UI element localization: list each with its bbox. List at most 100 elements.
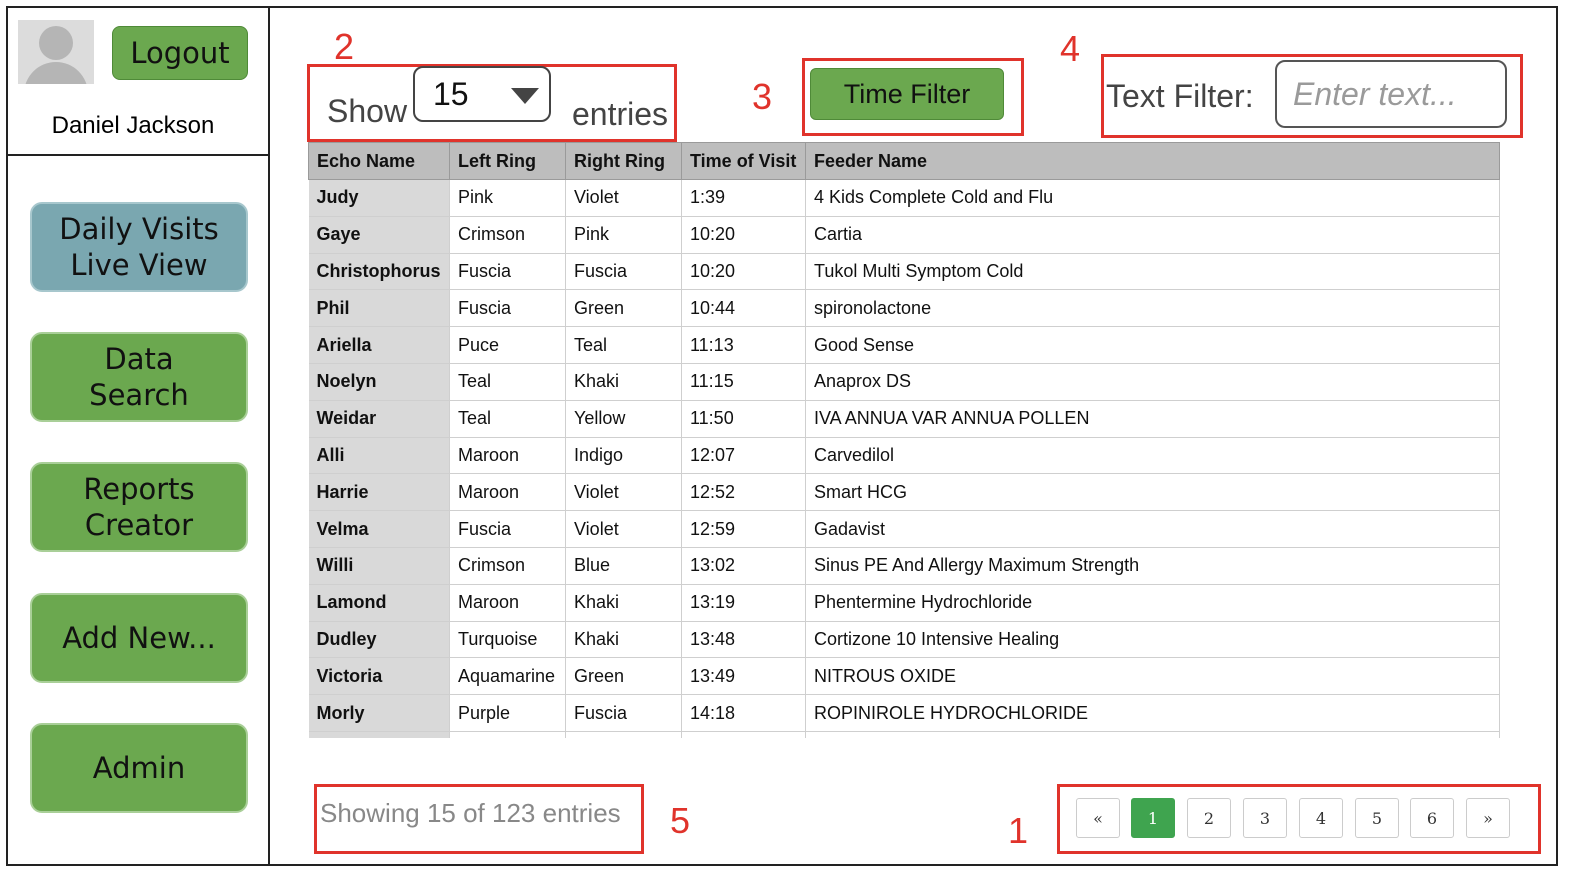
sidebar: Logout Daniel Jackson Daily Visits Live … [8,8,270,864]
table-row[interactable]: Christophorus Fuscia Fuscia 10:20 Tukol Mult… [308,253,1500,291]
cell-time-of-visit: 11:50 [681,400,806,438]
cell-echo-name: Phil [308,289,450,328]
table-row[interactable]: Noelyn Teal Khaki 11:15 Anaprox DS [308,363,1500,401]
table-row[interactable] [308,731,1500,738]
cell-feeder-name [805,731,1500,738]
cell-right-ring: Violet [565,473,682,512]
page-button-1[interactable]: 1 [1131,798,1175,838]
table-row[interactable]: Morly Purple Fuscia 14:18 ROPINIROLE HYDROCH… [308,694,1500,732]
annotation-number-3: 3 [752,76,773,117]
column-header-right-ring[interactable]: Right Ring [565,142,682,180]
cell-feeder-name: Tukol Multi Symptom Cold [805,253,1500,291]
nav-reports-creator[interactable]: Reports Creator [30,462,248,552]
cell-left-ring: Fuscia [449,253,566,291]
showing-entries-text: Showing 15 of 123 entries [320,798,621,828]
table-row[interactable]: Lamond Maroon Khaki 13:19 Phentermine Hydroc… [308,584,1500,622]
cell-left-ring: Aquamarine [449,657,566,696]
cell-echo-name: Willi [308,547,450,585]
cell-time-of-visit: 13:02 [681,547,806,585]
nav-add-new[interactable]: Add New... [30,593,248,683]
cell-left-ring: Crimson [449,216,566,254]
nav-daily-visits-live-view[interactable]: Daily Visits Live View [30,202,248,292]
cell-left-ring: Maroon [449,473,566,512]
cell-right-ring: Khaki [565,363,682,401]
column-header-echo-name[interactable]: Echo Name [308,142,450,180]
annotation-number-4: 4 [1060,28,1081,69]
logout-button[interactable]: Logout [112,26,248,80]
nav-data-search[interactable]: Data Search [30,332,248,422]
cell-left-ring: Fuscia [449,510,566,548]
avatar-head [39,26,73,60]
cell-right-ring: Yellow [565,400,682,438]
table-row[interactable]: Willi Crimson Blue 13:02 Sinus PE And Allerg… [308,547,1500,585]
show-label: Show [327,93,408,129]
cell-right-ring: Khaki [565,621,682,659]
entries-select-value: 15 [433,76,469,112]
user-name: Daniel Jackson [51,112,215,139]
page-button-2[interactable]: 2 [1187,798,1231,838]
cell-right-ring: Teal [565,326,682,364]
last-page-button[interactable]: » [1466,798,1510,838]
table-row[interactable]: Ariella Puce Teal 11:13 Good Sense [308,326,1500,364]
cell-left-ring: Pink [449,179,566,217]
table-header-row: Echo Name Left Ring Right Ring Time of V… [308,142,1500,180]
column-header-feeder-name[interactable]: Feeder Name [805,142,1500,180]
text-filter-input[interactable] [1275,60,1507,128]
cell-time-of-visit: 14:18 [681,694,806,732]
cell-echo-name: Gaye [308,216,450,254]
cell-right-ring: Blue [565,547,682,585]
table-row[interactable]: Weidar Teal Yellow 11:50 IVA ANNUA VAR ANNUA… [308,400,1500,438]
visits-table-container: Echo Name Left Ring Right Ring Time of V… [308,142,1502,738]
column-header-left-ring[interactable]: Left Ring [449,142,566,180]
time-filter-button[interactable]: Time Filter [810,68,1004,120]
cell-time-of-visit: 10:20 [681,216,806,254]
table-row[interactable]: Phil Fuscia Green 10:44 spironolactone [308,289,1500,328]
table-row[interactable]: Alli Maroon Indigo 12:07 Carvedilol [308,437,1500,475]
cell-echo-name [308,731,450,738]
annotation-number-1: 1 [1008,810,1029,851]
cell-right-ring: Pink [565,216,682,254]
entries-select[interactable]: 15 [413,66,551,122]
cell-echo-name: Alli [308,437,450,475]
cell-time-of-visit: 12:52 [681,473,806,512]
cell-echo-name: Christophorus [308,253,450,291]
cell-left-ring: Purple [449,694,566,732]
avatar-body [24,62,88,84]
table-row[interactable]: Gaye Crimson Pink 10:20 Cartia [308,216,1500,254]
cell-left-ring: Teal [449,363,566,401]
entries-label: entries [572,96,669,132]
cell-right-ring: Khaki [565,584,682,622]
page-button-4[interactable]: 4 [1299,798,1343,838]
cell-time-of-visit: 10:44 [681,289,806,328]
page-button-3[interactable]: 3 [1243,798,1287,838]
cell-time-of-visit: 11:13 [681,326,806,364]
cell-feeder-name: Cortizone 10 Intensive Healing [805,621,1500,659]
table-row[interactable]: Velma Fuscia Violet 12:59 Gadavist [308,510,1500,548]
visits-table: Echo Name Left Ring Right Ring Time of V… [308,142,1500,738]
cell-right-ring: Green [565,657,682,696]
cell-time-of-visit: 1:39 [681,179,806,217]
column-header-time-of-visit[interactable]: Time of Visit [681,142,806,180]
cell-time-of-visit: 13:19 [681,584,806,622]
cell-right-ring: Fuscia [565,694,682,732]
cell-time-of-visit: 10:20 [681,253,806,291]
cell-feeder-name: spironolactone [805,289,1500,328]
cell-echo-name: Lamond [308,584,450,622]
table-row[interactable]: Harrie Maroon Violet 12:52 Smart HCG [308,473,1500,512]
cell-left-ring: Maroon [449,584,566,622]
cell-feeder-name: IVA ANNUA VAR ANNUA POLLEN [805,400,1500,438]
cell-feeder-name: Phentermine Hydrochloride [805,584,1500,622]
table-row[interactable]: Victoria Aquamarine Green 13:49 NITROUS OXID… [308,657,1500,696]
table-row[interactable]: Judy Pink Violet 1:39 4 Kids Complete Cold a… [308,179,1500,217]
cell-feeder-name: Gadavist [805,510,1500,548]
page-button-6[interactable]: 6 [1410,798,1454,838]
cell-feeder-name: Good Sense [805,326,1500,364]
table-row[interactable]: Dudley Turquoise Khaki 13:48 Cortizone 10 In… [308,621,1500,659]
page-button-5[interactable]: 5 [1355,798,1399,838]
cell-time-of-visit: 11:15 [681,363,806,401]
cell-feeder-name: Smart HCG [805,473,1500,512]
nav-admin[interactable]: Admin [30,723,248,813]
annotation-number-5: 5 [670,800,691,841]
first-page-button[interactable]: « [1076,798,1120,838]
cell-left-ring: Turquoise [449,621,566,659]
